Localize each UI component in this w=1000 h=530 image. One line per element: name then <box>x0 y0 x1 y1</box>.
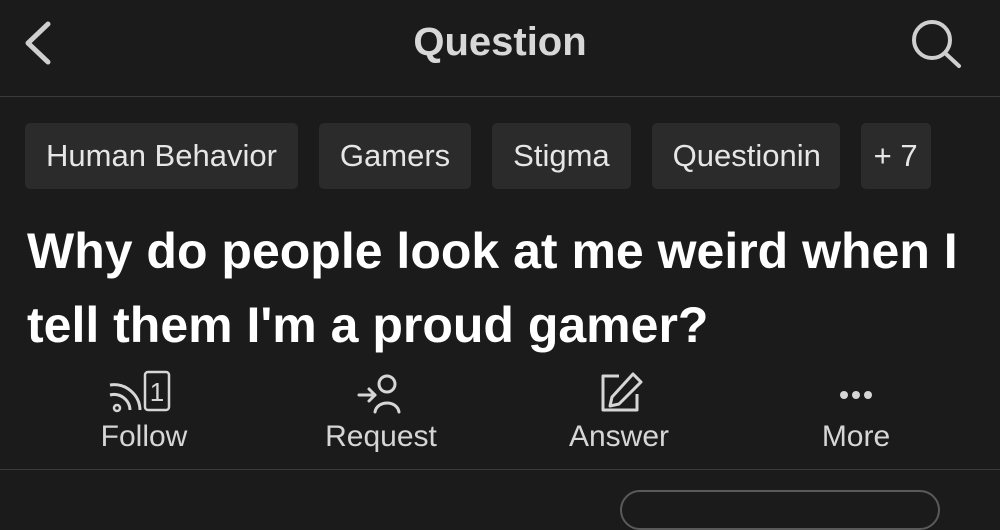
divider <box>0 469 1000 470</box>
rss-follow-icon: 1 <box>109 370 171 413</box>
request-person-icon <box>357 374 401 414</box>
request-label: Request <box>325 420 437 453</box>
topic-chip-human-behavior[interactable]: Human Behavior <box>25 123 298 189</box>
page-title: Question <box>413 20 587 64</box>
follow-button[interactable]: 1 Follow <box>25 368 263 464</box>
follow-label: Follow <box>100 420 188 453</box>
partial-pill-button[interactable] <box>620 490 940 530</box>
more-button[interactable]: More <box>737 368 975 464</box>
topic-label: Human Behavior <box>46 138 277 173</box>
topic-chip-stigma[interactable]: Stigma <box>492 123 631 189</box>
follow-count: 1 <box>150 377 164 407</box>
top-bar: Question <box>0 0 1000 97</box>
topic-chip-gamers[interactable]: Gamers <box>318 123 472 189</box>
topic-label: Gamers <box>339 138 451 173</box>
ellipsis-icon <box>840 391 872 399</box>
more-topics-chip[interactable]: + 7 <box>860 123 931 189</box>
search-icon[interactable] <box>906 16 966 70</box>
edit-pencil-icon <box>601 372 643 412</box>
answer-label: Answer <box>568 420 670 453</box>
topic-label: Questionin <box>672 138 821 173</box>
more-label: More <box>821 420 891 453</box>
question-title: Why do people look at me weird when I te… <box>27 223 958 353</box>
topic-chips: Human Behavior Gamers Stigma Questionin … <box>25 123 1000 189</box>
more-topics-label: + 7 <box>873 138 918 173</box>
action-bar: 1 Follow Request Answer More <box>25 368 975 464</box>
topic-label: Stigma <box>513 138 610 173</box>
request-button[interactable]: Request <box>262 368 500 464</box>
answer-button[interactable]: Answer <box>500 368 738 464</box>
topic-chip-questioning[interactable]: Questionin <box>651 123 840 189</box>
